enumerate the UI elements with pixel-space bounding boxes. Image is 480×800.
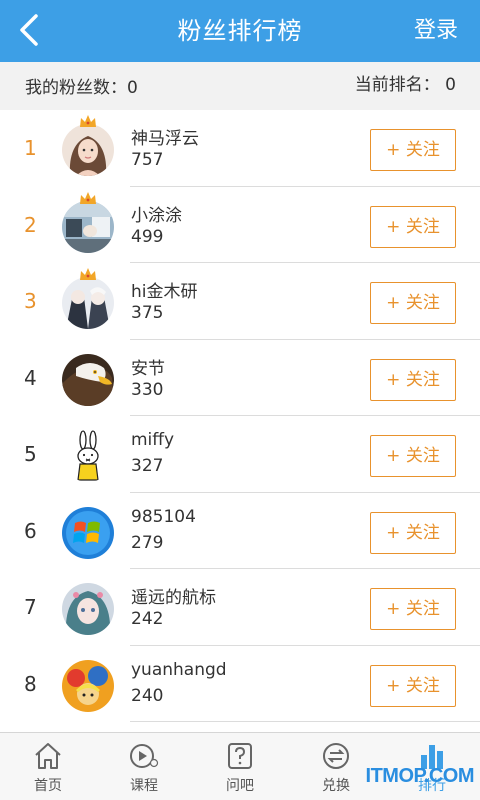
- fans-count: 327: [131, 456, 164, 476]
- avatar[interactable]: [62, 659, 114, 712]
- list-item[interactable]: 7 遥远的航标 242 + 关注: [0, 569, 480, 646]
- follow-button[interactable]: + 关注: [370, 435, 456, 477]
- tab-question[interactable]: 问吧: [192, 733, 288, 800]
- current-rank: 当前排名： 0: [354, 75, 456, 95]
- rank-number: 4: [24, 365, 37, 390]
- crown-icon: [80, 115, 96, 127]
- list-item[interactable]: 1 神马浮云 757 + 关注: [0, 110, 480, 187]
- list-item[interactable]: 3 hi金木研 375 + 关注: [0, 263, 480, 340]
- list-item[interactable]: 8 yuanhangd 240 + 关注: [0, 646, 480, 722]
- divider: [130, 721, 480, 722]
- rank-number: 2: [24, 212, 37, 237]
- user-name[interactable]: 安节: [131, 354, 165, 379]
- rank-number: 6: [24, 518, 37, 543]
- rank-number: 8: [24, 671, 37, 696]
- user-name[interactable]: hi金木研: [131, 277, 198, 302]
- avatar[interactable]: [62, 583, 114, 635]
- watermark: ITMOP.COM: [365, 765, 475, 787]
- question-icon: [228, 743, 252, 769]
- follow-button[interactable]: + 关注: [370, 129, 456, 171]
- list-item[interactable]: 6 985104 279 + 关注: [0, 493, 480, 569]
- list-item[interactable]: 2 小涂涂 499 + 关注: [0, 187, 480, 263]
- fans-count: 240: [131, 685, 164, 706]
- crown-icon: [80, 268, 96, 280]
- header-bar: 粉丝排行榜 登录: [0, 0, 480, 62]
- avatar[interactable]: [62, 124, 114, 176]
- rank-number: 7: [24, 595, 37, 619]
- fans-count: 757: [131, 150, 164, 170]
- avatar[interactable]: [62, 277, 114, 329]
- stats-bar: 我的粉丝数：0 当前排名： 0: [0, 62, 480, 110]
- user-name[interactable]: 985104: [131, 507, 196, 527]
- my-fans-count: 我的粉丝数：0: [25, 78, 138, 98]
- follow-button[interactable]: + 关注: [370, 511, 456, 554]
- login-button[interactable]: 登录: [414, 0, 458, 62]
- tab-home[interactable]: 首页: [0, 733, 96, 800]
- fans-count: 375: [131, 303, 164, 323]
- follow-button[interactable]: + 关注: [370, 664, 456, 707]
- list-item[interactable]: 4 安节 330 + 关注: [0, 340, 480, 416]
- avatar[interactable]: [62, 430, 114, 482]
- fans-count: 242: [131, 609, 164, 629]
- follow-button[interactable]: + 关注: [370, 358, 456, 401]
- course-play-icon: [130, 744, 159, 768]
- follow-button[interactable]: + 关注: [370, 282, 456, 324]
- avatar[interactable]: [62, 353, 114, 406]
- fans-count: 330: [131, 379, 164, 400]
- user-name[interactable]: 小涂涂: [131, 201, 182, 226]
- ranking-list[interactable]: 1 神马浮云 757 + 关注 2 小涂涂 499 + 关注 3 hi金木研 3…: [0, 110, 480, 732]
- user-name[interactable]: miffy: [131, 430, 174, 450]
- follow-button[interactable]: + 关注: [370, 588, 456, 630]
- follow-button[interactable]: + 关注: [370, 205, 456, 248]
- home-icon: [35, 743, 61, 769]
- page-title: 粉丝排行榜: [177, 17, 303, 45]
- avatar[interactable]: [62, 506, 114, 559]
- rank-number: 3: [24, 289, 37, 313]
- tab-label: 问吧: [226, 778, 254, 794]
- rank-number: 5: [24, 442, 37, 466]
- rank-number: 1: [24, 136, 37, 160]
- fans-count: 279: [131, 532, 164, 553]
- list-item[interactable]: 5 miffy 327 + 关注: [0, 416, 480, 493]
- user-name[interactable]: 遥远的航标: [131, 583, 216, 608]
- user-name[interactable]: yuanhangd: [131, 660, 227, 680]
- fans-count: 499: [131, 226, 164, 247]
- tab-label: 首页: [34, 778, 62, 794]
- exchange-icon: [323, 743, 349, 769]
- avatar[interactable]: [62, 200, 114, 253]
- tab-label: 课程: [130, 778, 158, 794]
- tab-course[interactable]: 课程: [96, 733, 192, 800]
- crown-icon: [80, 191, 96, 204]
- user-name[interactable]: 神马浮云: [131, 124, 199, 149]
